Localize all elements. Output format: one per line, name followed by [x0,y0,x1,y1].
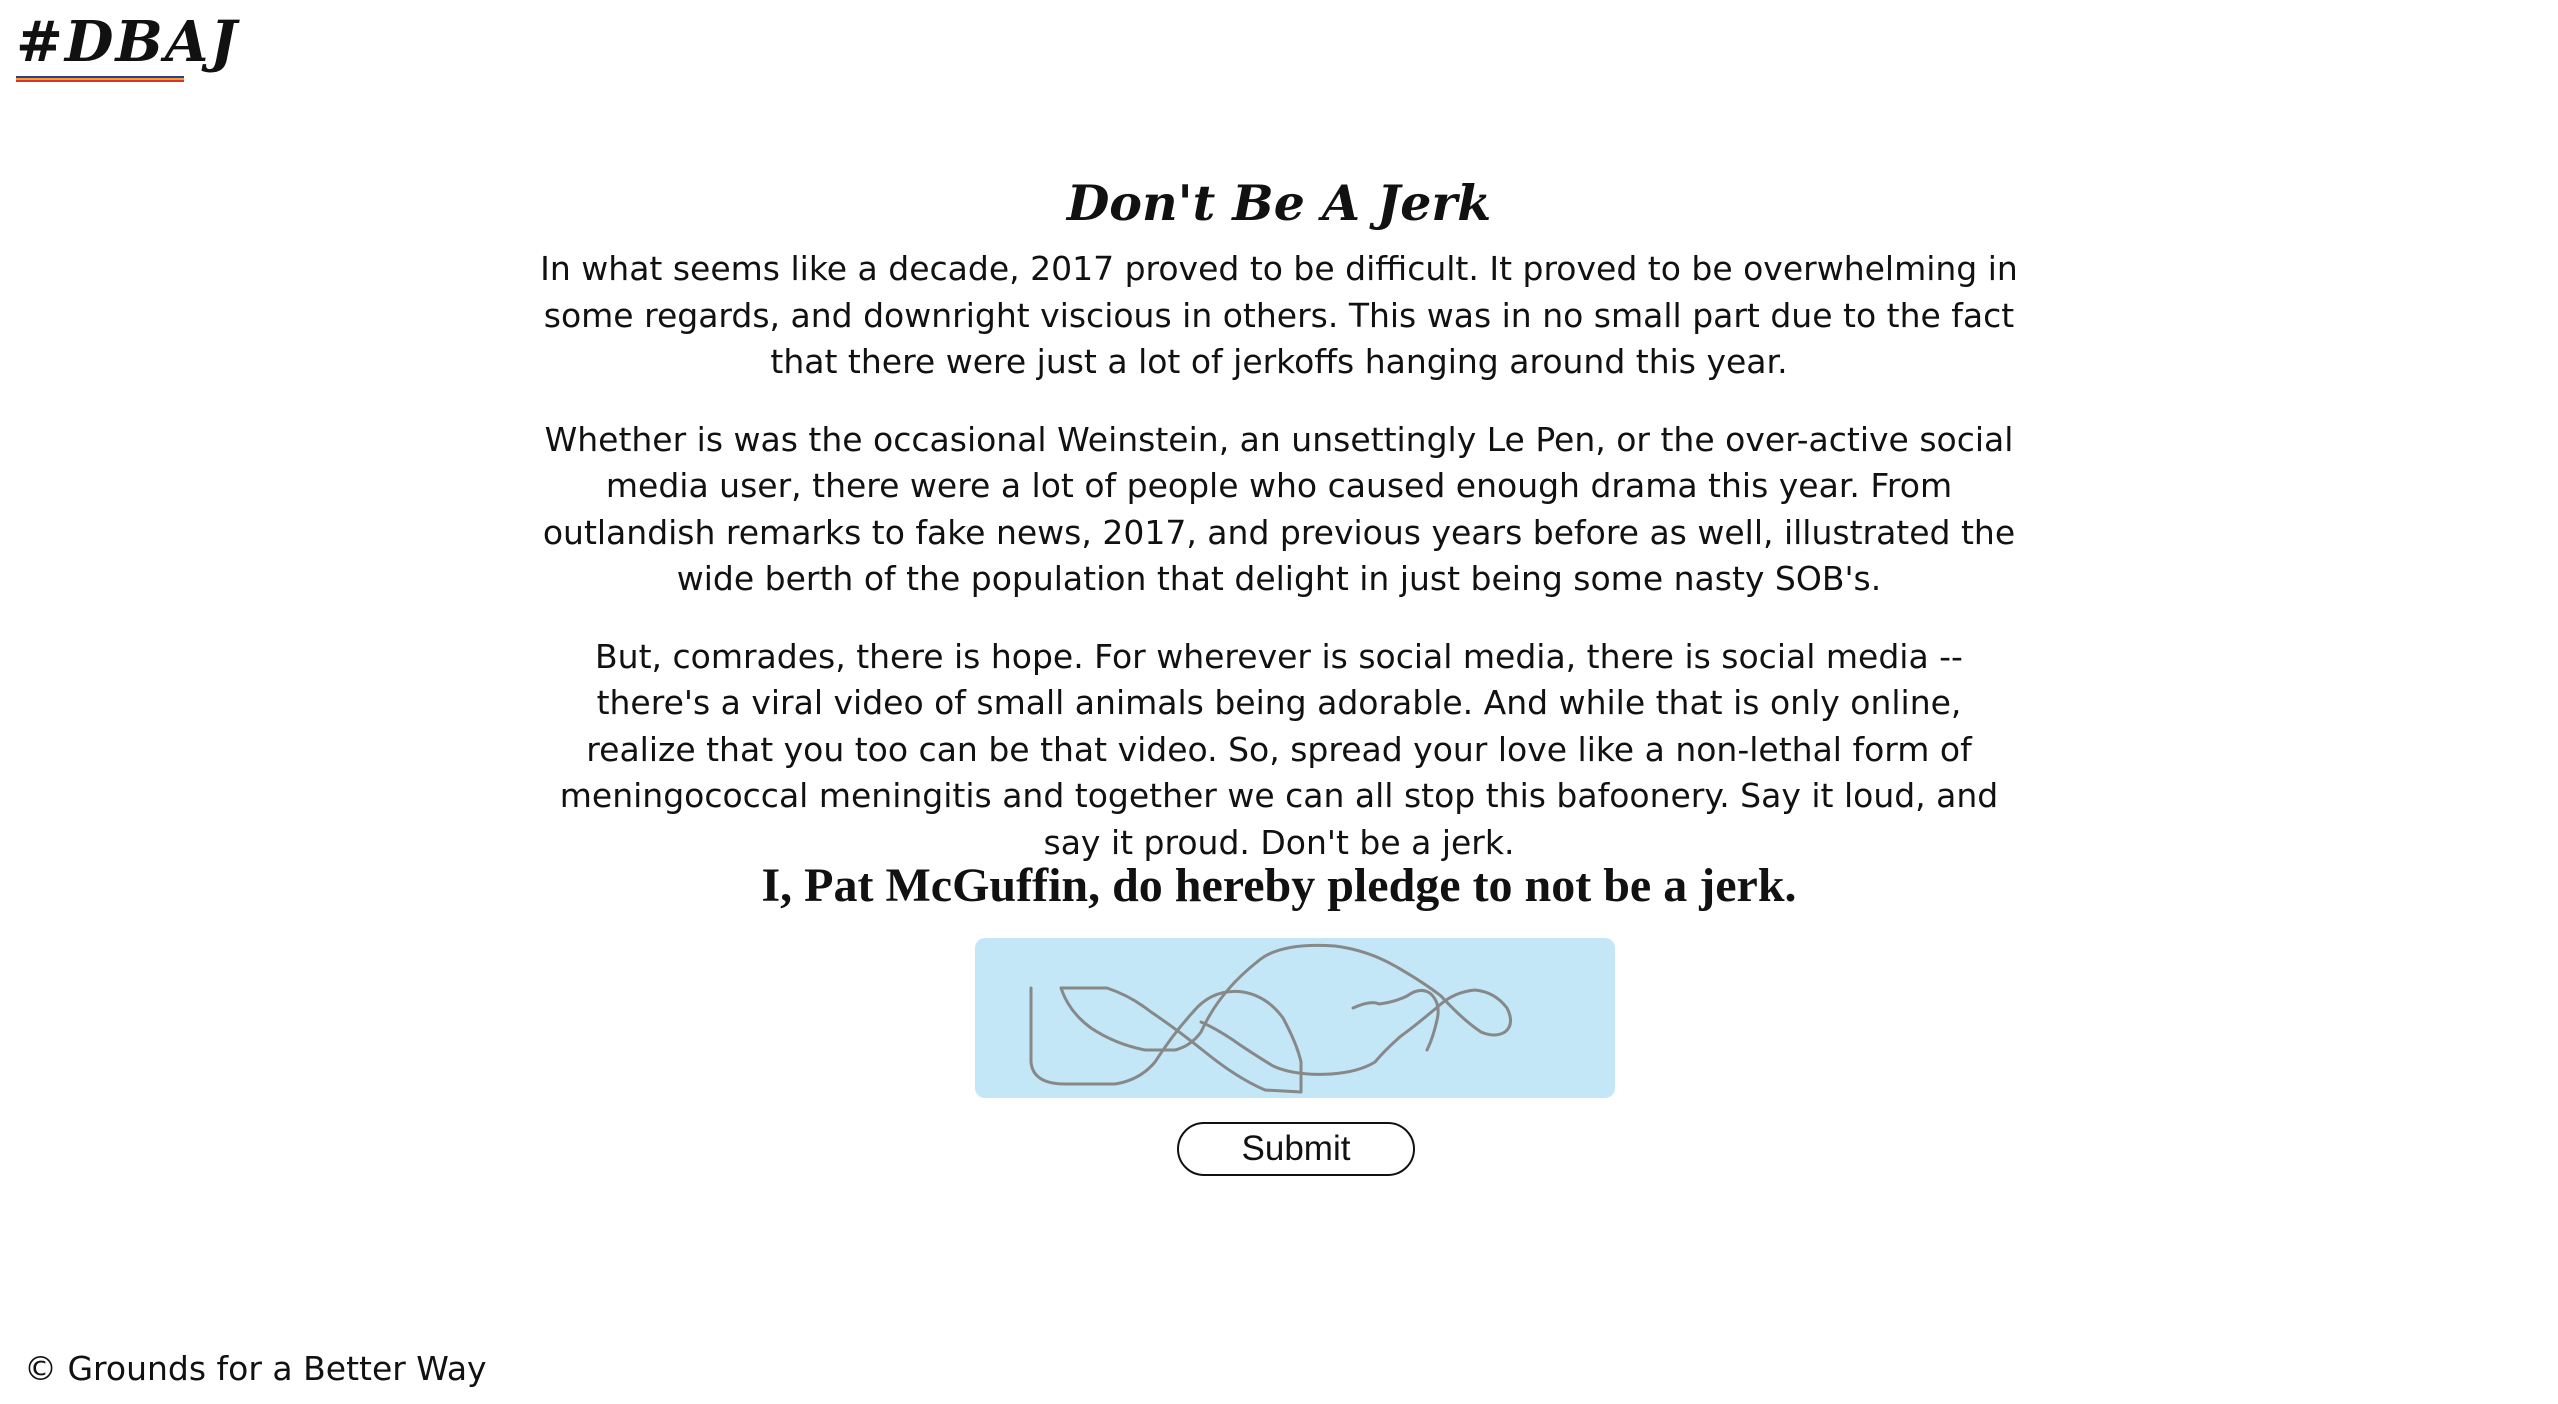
signature-pad-background [975,938,1615,1098]
signature-pad[interactable] [975,938,1615,1098]
pledge-statement: I, Pat McGuffin, do hereby pledge to not… [761,859,1797,912]
site-logo[interactable]: #DBAJ [16,14,239,74]
logo-underline [16,76,184,84]
signature-canvas[interactable] [975,938,1615,1098]
intro-paragraph: In what seems like a decade, 2017 proved… [540,249,2018,381]
intro-text: In what seems like a decade, 2017 proved… [540,246,2018,897]
page-title: Don't Be A Jerk [1066,174,1492,232]
logo-underline-stripe-red [16,80,184,82]
intro-paragraph: But, comrades, there is hope. For wherev… [559,636,1999,862]
footer-copyright: © Grounds for a Better Way [24,1349,487,1388]
submit-button[interactable]: Submit [1177,1122,1415,1176]
intro-paragraph: Whether is was the occasional Weinstein,… [542,419,2016,599]
